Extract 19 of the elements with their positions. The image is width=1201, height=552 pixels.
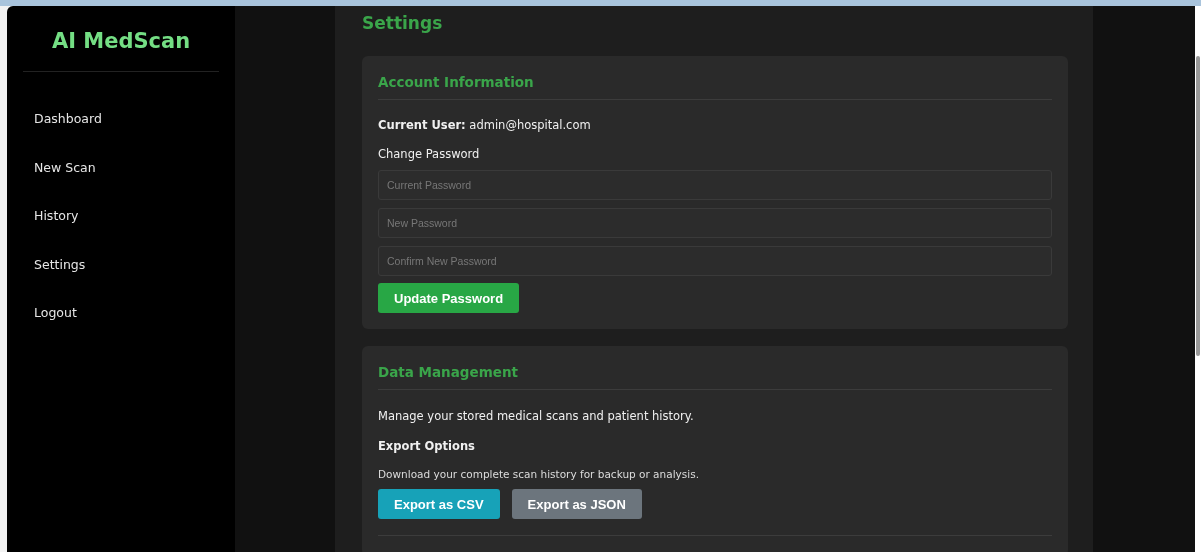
nav-link[interactable]: Dashboard xyxy=(34,110,102,159)
nav-link[interactable]: History xyxy=(34,207,79,256)
card-title: Data Management xyxy=(378,363,518,381)
nav-link[interactable]: New Scan xyxy=(34,158,96,207)
password-field[interactable]: New Password xyxy=(378,208,1052,238)
export-description-text: Download your complete scan history for backup or analysis. xyxy=(378,467,699,482)
export-button[interactable]: Export as JSON xyxy=(511,489,642,519)
scrollbar[interactable] xyxy=(1195,6,1201,552)
password-field[interactable]: Confirm New Password xyxy=(378,246,1052,276)
app-logo: AI MedScan xyxy=(50,28,192,54)
card-title: Account Information xyxy=(378,73,534,91)
current-user-text: Current User: admin@hospital.com xyxy=(378,117,591,133)
export-options-heading: Export Options xyxy=(378,438,475,454)
description-text: Manage your stored medical scans and patient history. xyxy=(378,408,694,424)
page-title: Settings xyxy=(362,12,443,34)
change-password-label: Change Password xyxy=(378,146,480,162)
nav-link[interactable]: Settings xyxy=(34,255,86,304)
nav-link[interactable]: Logout xyxy=(34,304,77,353)
password-field[interactable]: Current Password xyxy=(378,170,1052,200)
